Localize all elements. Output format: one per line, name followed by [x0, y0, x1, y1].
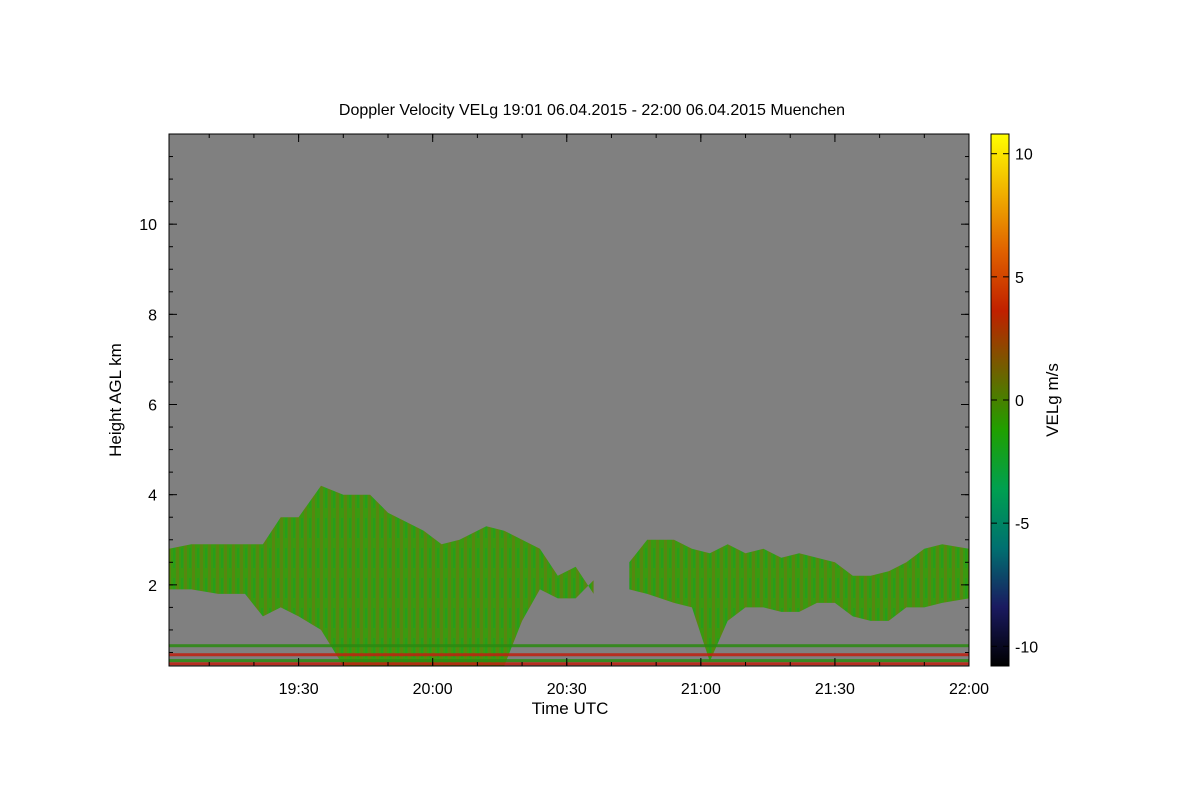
x-tick-label: 21:00	[681, 681, 721, 698]
chart-title: Doppler Velocity VELg 19:01 06.04.2015 -…	[339, 102, 845, 119]
ground-clutter-layer	[169, 659, 969, 663]
colorbar-tick-label: -10	[1015, 639, 1038, 656]
x-tick-label: 22:00	[949, 681, 989, 698]
colorbar-tick-label: -5	[1015, 516, 1029, 533]
y-tick-label: 8	[148, 307, 157, 324]
ground-clutter-layer	[169, 653, 969, 657]
colorbar-tick-label: 10	[1015, 147, 1033, 164]
y-tick-label: 10	[139, 217, 157, 234]
y-axis-label: Height AGL km	[106, 343, 125, 457]
y-tick-label: 4	[148, 488, 157, 505]
colorbar: 10 5 0 -5 -10	[990, 133, 1038, 667]
plot-area	[169, 134, 969, 666]
colorbar-tick-label: 5	[1015, 270, 1024, 287]
x-tick-label: 19:30	[279, 681, 319, 698]
colorbar-label: VELg m/s	[1043, 363, 1062, 437]
y-tick-label: 6	[148, 398, 157, 415]
y-tick-label: 2	[148, 578, 157, 595]
chart: Doppler Velocity VELg 19:01 06.04.2015 -…	[106, 102, 1062, 718]
x-tick-label: 20:00	[413, 681, 453, 698]
colorbar-tick-label: 0	[1015, 393, 1024, 410]
x-tick-label: 20:30	[547, 681, 587, 698]
x-axis-label: Time UTC	[532, 699, 609, 718]
x-tick-label: 21:30	[815, 681, 855, 698]
ground-clutter-layer	[169, 662, 969, 666]
ground-clutter-layer	[169, 644, 969, 648]
